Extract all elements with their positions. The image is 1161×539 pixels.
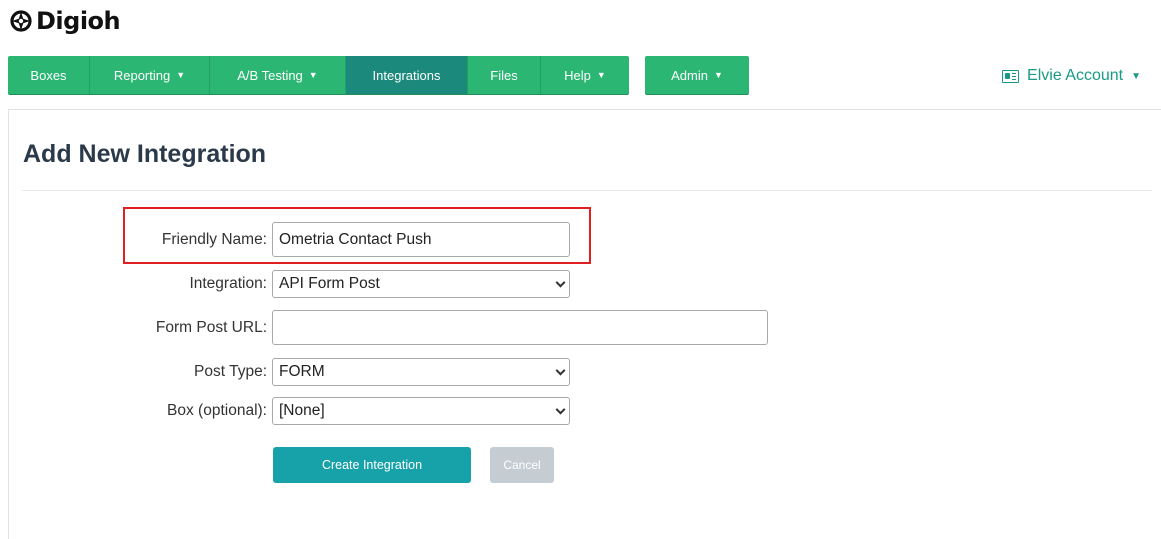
nav-reporting[interactable]: Reporting ▼: [90, 56, 210, 94]
main-nav: Boxes Reporting ▼ A/B Testing ▼ Integratio…: [8, 56, 629, 94]
nav-boxes-label: Boxes: [30, 67, 67, 83]
digioh-logo[interactable]: Digioh: [8, 6, 121, 36]
caret-down-icon: ▼: [308, 70, 318, 80]
caret-down-icon: ▼: [1131, 70, 1141, 82]
nav-admin[interactable]: Admin ▼: [645, 56, 749, 94]
nav-admin-label: Admin: [671, 67, 708, 83]
cancel-button[interactable]: Cancel: [490, 447, 554, 483]
create-integration-button[interactable]: Create Integration: [273, 447, 471, 483]
id-card-icon: [1002, 69, 1020, 83]
form-post-url-label: Form Post URL:: [155, 319, 267, 336]
integration-value: API Form Post: [279, 275, 380, 292]
friendly-name-input[interactable]: Ometria Contact Push: [272, 222, 570, 257]
post-type-label: Post Type:: [194, 363, 267, 380]
integration-label: Integration:: [189, 275, 267, 292]
box-label: Box (optional):: [167, 402, 267, 419]
chevron-down-icon: [555, 404, 566, 415]
friendly-name-value: Ometria Contact Push: [279, 230, 432, 248]
nav-integrations-label: Integrations: [372, 67, 441, 83]
caret-down-icon: ▼: [596, 70, 606, 80]
post-type-select[interactable]: FORM: [272, 358, 570, 386]
title-divider: [22, 190, 1152, 191]
nav-ab-testing-label: A/B Testing: [237, 67, 303, 83]
post-type-value: FORM: [279, 363, 325, 380]
nav-integrations[interactable]: Integrations: [346, 56, 468, 94]
nav-files-label: Files: [490, 67, 518, 83]
box-value: [None]: [279, 402, 325, 419]
account-label: Elvie Account: [1027, 67, 1124, 84]
chevron-down-icon: [555, 365, 566, 376]
account-menu[interactable]: Elvie Account ▼: [1002, 66, 1141, 86]
friendly-name-label: Friendly Name:: [161, 231, 267, 248]
logo-text: Digioh: [36, 7, 121, 35]
nav-reporting-label: Reporting: [113, 67, 171, 83]
integration-select[interactable]: API Form Post: [272, 270, 570, 298]
box-select[interactable]: [None]: [272, 397, 570, 425]
nav-boxes[interactable]: Boxes: [8, 56, 90, 94]
chevron-down-icon: [555, 277, 566, 288]
caret-down-icon: ▼: [713, 70, 723, 80]
nav-files[interactable]: Files: [468, 56, 541, 94]
caret-down-icon: ▼: [176, 70, 186, 80]
form-post-url-input[interactable]: [272, 310, 768, 345]
page-title: Add New Integration: [23, 140, 267, 168]
digioh-logo-icon: [10, 10, 32, 32]
nav-help[interactable]: Help ▼: [541, 56, 629, 94]
nav-help-label: Help: [564, 67, 591, 83]
nav-ab-testing[interactable]: A/B Testing ▼: [210, 56, 346, 94]
